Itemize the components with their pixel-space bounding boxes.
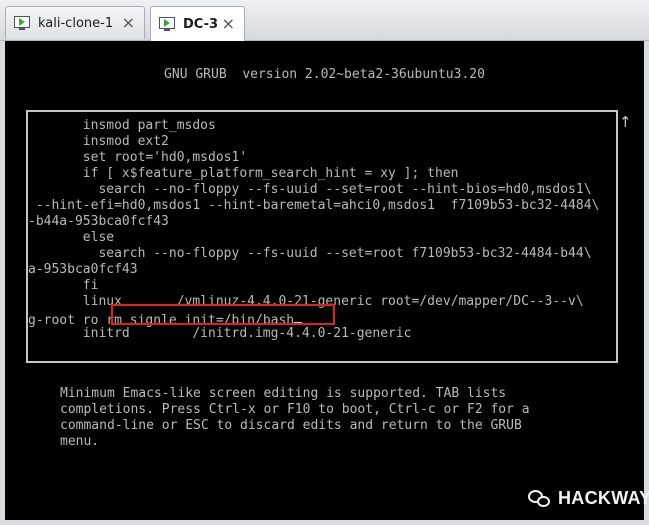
wechat-icon (528, 489, 552, 509)
tab-label: kali-clone-1 (38, 15, 114, 31)
grub-help-text: Minimum Emacs-like screen editing is sup… (60, 386, 530, 449)
grub-line: fi (28, 278, 99, 293)
vm-console[interactable]: GNU GRUB version 2.02~beta2-36ubuntu3.20… (5, 41, 649, 520)
grub-line: -b44a-953bca0fcf43 (28, 214, 169, 229)
watermark: HACKWAY (528, 488, 649, 509)
grub-header: GNU GRUB version 2.02~beta2-36ubuntu3.20 (164, 67, 485, 82)
watermark-text: HACKWAY (558, 488, 649, 508)
scroll-up-arrow-icon: ↑ (619, 113, 632, 131)
vm-play-icon (14, 16, 30, 30)
tab-dc-3[interactable]: DC-3 × (150, 6, 245, 41)
grub-line: else (28, 230, 115, 245)
close-icon[interactable]: × (122, 15, 135, 31)
grub-line: a-953bca0fcf43 (28, 262, 138, 277)
grub-line: --hint-efi=hd0,msdos1 --hint-baremetal=a… (28, 198, 600, 213)
grub-line: insmod ext2 (28, 134, 169, 149)
grub-line: initrd /initrd.img-4.4.0-21-generic (28, 326, 412, 341)
close-icon[interactable]: × (222, 16, 235, 32)
grub-edit-box[interactable]: insmod part_msdos insmod ext2 set root='… (26, 110, 618, 363)
annotation-highlight-box (111, 304, 335, 325)
grub-line: insmod part_msdos (28, 118, 216, 133)
grub-line: search --no-floppy --fs-uuid --set=root … (28, 246, 592, 261)
tab-label: DC-3 (183, 16, 219, 32)
grub-line: search --no-floppy --fs-uuid --set=root … (28, 182, 592, 197)
grub-line: if [ x$feature_platform_search_hint = xy… (28, 166, 459, 181)
tab-bar: kali-clone-1 × DC-3 × (0, 0, 649, 41)
vm-play-icon (159, 17, 175, 31)
tab-kali-clone-1[interactable]: kali-clone-1 × (5, 6, 145, 39)
grub-line: set root='hd0,msdos1' (28, 150, 248, 165)
